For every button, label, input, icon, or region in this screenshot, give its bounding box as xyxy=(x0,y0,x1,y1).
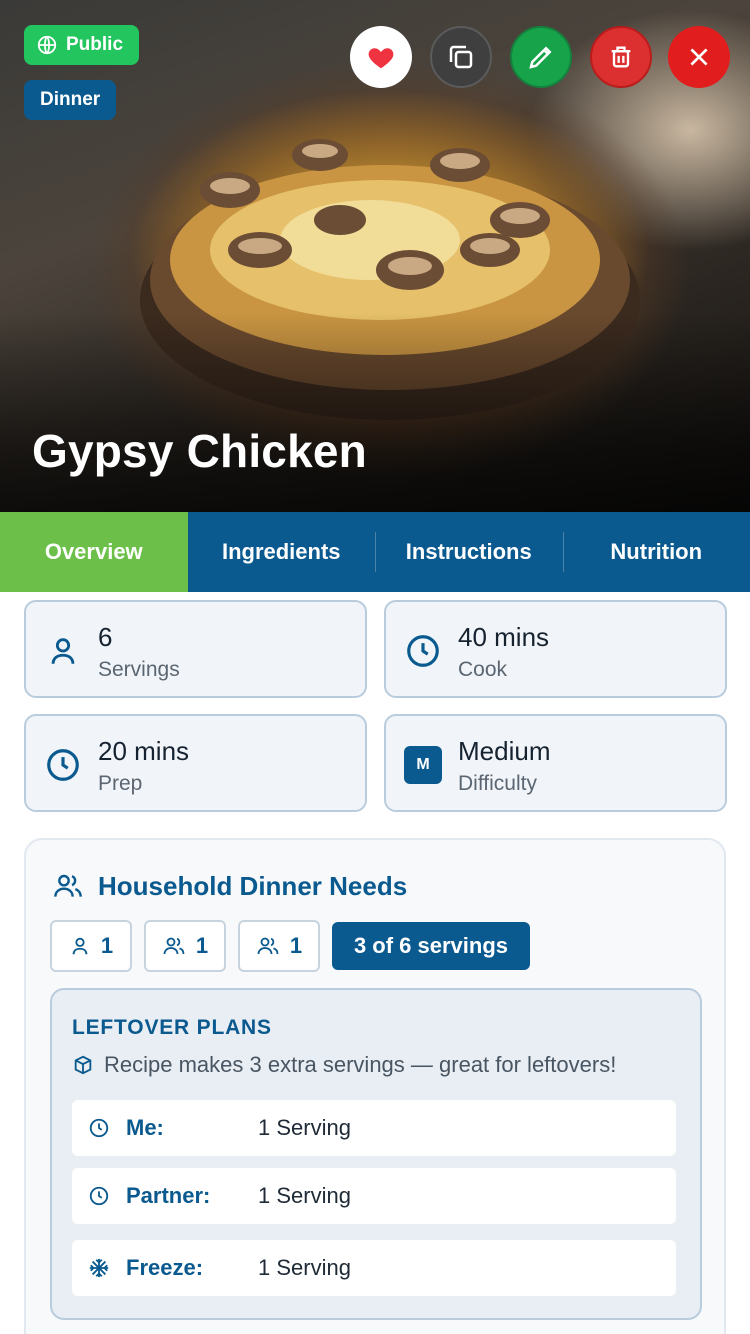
tab-overview[interactable]: Overview xyxy=(0,512,188,592)
household-needs-panel: Household Dinner Needs 1 1 1 3 of 6 serv… xyxy=(24,838,726,1334)
leftover-amount: 1 Serving xyxy=(258,1115,351,1140)
servings-value: 6 xyxy=(98,622,113,652)
delete-button[interactable] xyxy=(590,26,652,88)
cook-time-card: 40 mins Cook xyxy=(384,600,727,698)
leftover-amount: 1 Serving xyxy=(258,1255,351,1280)
package-box-icon xyxy=(74,1055,92,1075)
trash-icon xyxy=(611,46,631,68)
chip-count: 1 xyxy=(289,933,303,958)
leftover-note: Recipe makes 3 extra servings — great fo… xyxy=(72,1052,616,1078)
leftover-row: Partner: 1 Serving xyxy=(72,1168,676,1224)
servings-card: 6 Servings xyxy=(24,600,367,698)
servings-label: Servings xyxy=(98,658,180,681)
household-member-chip[interactable]: 1 xyxy=(50,920,132,972)
close-button[interactable] xyxy=(668,26,730,88)
servings-summary-badge: 3 of 6 servings xyxy=(332,922,530,970)
category-badge: Dinner xyxy=(24,80,117,120)
clock-icon xyxy=(88,1185,110,1207)
snowflake-icon xyxy=(88,1257,110,1279)
hero-gradient-overlay xyxy=(0,312,750,512)
difficulty-icon: M xyxy=(404,746,442,784)
recipe-title: Gypsy Chicken xyxy=(32,425,367,477)
two-people-icon xyxy=(163,937,185,955)
leftover-amount: 1 Serving xyxy=(258,1183,351,1208)
tab-instructions[interactable]: Instructions xyxy=(375,512,563,592)
users-icon xyxy=(54,874,82,897)
public-badge-label: Public xyxy=(66,34,124,55)
favorite-button[interactable] xyxy=(350,26,412,88)
chip-count: 1 xyxy=(100,933,114,958)
clock-icon xyxy=(88,1117,110,1139)
household-header: Household Dinner Needs xyxy=(52,870,407,902)
close-icon xyxy=(690,48,708,66)
difficulty-label: Difficulty xyxy=(458,772,537,795)
public-visibility-badge[interactable]: Public xyxy=(24,25,140,65)
single-person-icon xyxy=(72,937,88,955)
leftover-row: Me: 1 Serving xyxy=(72,1100,676,1156)
difficulty-badge: M xyxy=(404,746,442,784)
household-member-chip[interactable]: 1 xyxy=(238,920,320,972)
tab-nutrition[interactable]: Nutrition xyxy=(562,512,750,592)
leftover-plans-box: LEFTOVER PLANS Recipe makes 3 extra serv… xyxy=(50,988,702,1320)
category-badge-label: Dinner xyxy=(40,89,101,110)
leftover-row: Freeze: 1 Serving xyxy=(72,1240,676,1296)
recipe-hero-image: Public Dinner Gypsy Chicken xyxy=(0,0,750,512)
copy-icon xyxy=(449,45,473,69)
recipe-tabs: Overview Ingredients Instructions Nutrit… xyxy=(0,512,750,592)
leftover-who: Me: xyxy=(126,1115,164,1140)
duplicate-button[interactable] xyxy=(430,26,492,88)
pencil-icon xyxy=(529,46,552,69)
prep-time-label: Prep xyxy=(98,772,143,795)
heart-icon xyxy=(368,48,394,69)
chip-count: 1 xyxy=(195,933,209,958)
globe-icon xyxy=(37,35,57,55)
prep-time-card: 20 mins Prep xyxy=(24,714,367,812)
household-title: Household Dinner Needs xyxy=(98,870,408,901)
person-icon xyxy=(44,632,82,670)
tab-ingredients[interactable]: Ingredients xyxy=(188,512,376,592)
clock-icon xyxy=(44,746,82,784)
leftover-who: Partner: xyxy=(126,1183,211,1208)
prep-time-value: 20 mins xyxy=(98,736,190,766)
cook-time-value: 40 mins xyxy=(458,622,550,652)
leftover-plans-title: LEFTOVER PLANS xyxy=(72,1016,272,1039)
cook-time-label: Cook xyxy=(458,658,508,681)
two-people-icon xyxy=(257,937,279,955)
edit-button[interactable] xyxy=(510,26,572,88)
difficulty-value: Medium xyxy=(458,736,551,766)
difficulty-card: M Medium Difficulty xyxy=(384,714,727,812)
household-member-chip[interactable]: 1 xyxy=(144,920,226,972)
leftover-note-text: Recipe makes 3 extra servings — great fo… xyxy=(104,1052,617,1077)
clock-icon xyxy=(404,632,442,670)
leftover-who: Freeze: xyxy=(126,1255,204,1280)
